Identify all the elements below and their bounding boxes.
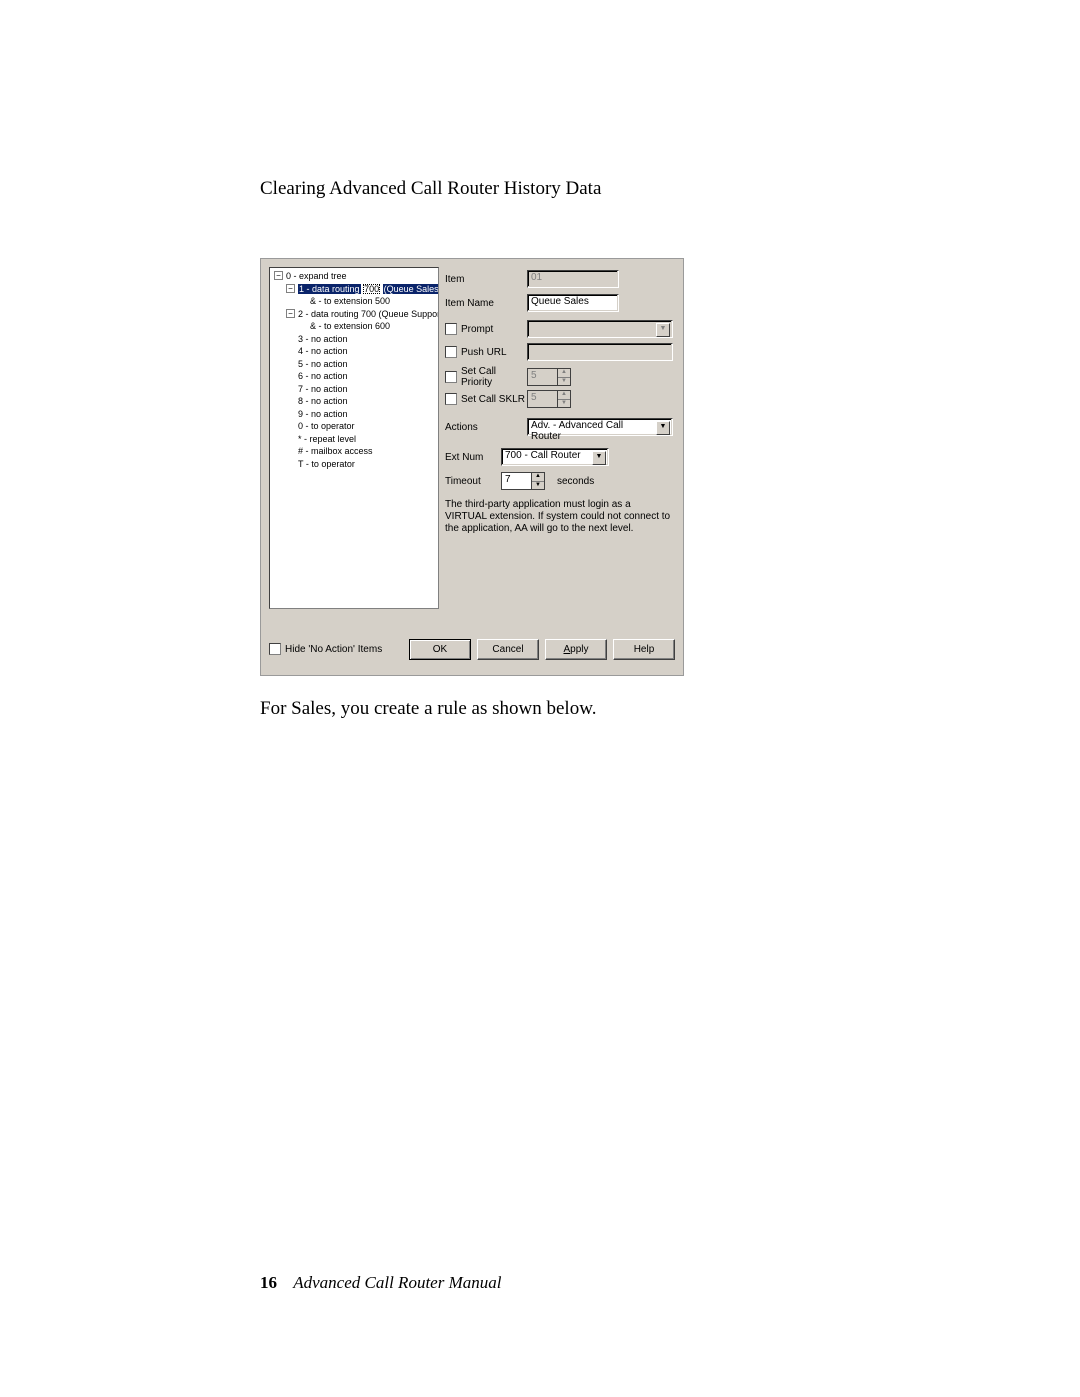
tree-item-7[interactable]: 7 - no action (274, 383, 438, 396)
menu-tree[interactable]: − 0 - expand tree − 1 - data routing 700… (269, 267, 439, 609)
timeout-label: Timeout (445, 476, 501, 487)
chevron-down-icon[interactable]: ▼ (592, 451, 606, 465)
tree-root[interactable]: − 0 - expand tree (274, 270, 438, 283)
page-footer: 16 Advanced Call Router Manual (260, 1273, 501, 1293)
tree-item-1-child[interactable]: & - to extension 500 (274, 295, 438, 308)
set-sklr-label: Set Call SKLR (461, 394, 527, 405)
prompt-dropdown: ▼ (527, 320, 673, 338)
push-url-checkbox[interactable] (445, 346, 457, 358)
spin-down-icon: ▼ (558, 378, 570, 386)
tree-item-star[interactable]: * - repeat level (274, 433, 438, 446)
actions-dropdown[interactable]: Adv. - Advanced Call Router ▼ (527, 418, 673, 436)
tree-label: 5 - no action (298, 358, 348, 371)
spin-down-icon: ▼ (558, 400, 570, 408)
set-priority-spinner: 5 ▲▼ (527, 368, 571, 386)
set-sklr-checkbox[interactable] (445, 393, 457, 405)
spin-up-icon[interactable]: ▲ (532, 473, 544, 482)
cancel-button[interactable]: Cancel (477, 639, 539, 660)
tree-label-selected: (Queue Sales) (383, 284, 439, 294)
tree-label: 0 - expand tree (286, 270, 347, 283)
section-heading: Clearing Advanced Call Router History Da… (260, 178, 820, 200)
item-label: Item (445, 274, 527, 285)
tree-label: 4 - no action (298, 345, 348, 358)
help-button[interactable]: Help (613, 639, 675, 660)
tree-label: 8 - no action (298, 395, 348, 408)
tree-item-8[interactable]: 8 - no action (274, 395, 438, 408)
spin-up-icon: ▲ (558, 369, 570, 378)
tree-item-5[interactable]: 5 - no action (274, 358, 438, 371)
tree-label-focused: 700 (363, 284, 380, 294)
tree-item-3[interactable]: 3 - no action (274, 333, 438, 346)
push-url-field (527, 343, 673, 361)
tree-item-1[interactable]: − 1 - data routing 700 (Queue Sales) (274, 283, 438, 296)
actions-value: Adv. - Advanced Call Router (531, 420, 623, 442)
tree-item-6[interactable]: 6 - no action (274, 370, 438, 383)
dialog-button-bar: Hide 'No Action' Items OK Cancel Apply H… (269, 639, 675, 663)
page-number: 16 (260, 1273, 277, 1292)
chevron-down-icon[interactable]: ▼ (656, 421, 670, 435)
tree-label-selected: 1 - data routing (298, 284, 361, 294)
hide-no-action-label: Hide 'No Action' Items (285, 644, 382, 655)
tree-item-t[interactable]: T - to operator (274, 458, 438, 471)
push-url-label: Push URL (461, 347, 527, 358)
collapse-icon[interactable]: − (286, 309, 295, 318)
tree-item-0[interactable]: 0 - to operator (274, 420, 438, 433)
tree-label: * - repeat level (298, 433, 356, 446)
ext-num-label: Ext Num (445, 452, 501, 463)
tree-label: 0 - to operator (298, 420, 355, 433)
hide-no-action-checkbox[interactable] (269, 643, 281, 655)
tree-item-4[interactable]: 4 - no action (274, 345, 438, 358)
body-text: For Sales, you create a rule as shown be… (260, 698, 820, 720)
timeout-spinner[interactable]: 7 ▲▼ (501, 472, 545, 490)
apply-button[interactable]: Apply (545, 639, 607, 660)
tree-label: 7 - no action (298, 383, 348, 396)
item-name-field[interactable]: Queue Sales (527, 294, 619, 312)
tree-item-hash[interactable]: # - mailbox access (274, 445, 438, 458)
set-priority-value: 5 (527, 368, 557, 386)
tree-label: & - to extension 500 (310, 295, 390, 308)
tree-label: 3 - no action (298, 333, 348, 346)
set-sklr-spinner: 5 ▲▼ (527, 390, 571, 408)
ext-num-value: 700 - Call Router (505, 450, 581, 461)
collapse-icon[interactable]: − (274, 271, 283, 280)
tree-item-9[interactable]: 9 - no action (274, 408, 438, 421)
tree-item-2[interactable]: − 2 - data routing 700 (Queue Support) (274, 308, 438, 321)
set-priority-checkbox[interactable] (445, 371, 457, 383)
tree-label: 2 - data routing 700 (Queue Support) (298, 308, 439, 321)
spin-up-icon: ▲ (558, 391, 570, 400)
timeout-value[interactable]: 7 (501, 472, 531, 490)
spin-down-icon[interactable]: ▼ (532, 482, 544, 490)
item-form: Item 01 Item Name Queue Sales Prompt ▼ P… (445, 267, 675, 625)
chevron-down-icon: ▼ (656, 323, 670, 337)
ext-num-dropdown[interactable]: 700 - Call Router ▼ (501, 448, 609, 466)
actions-label: Actions (445, 422, 527, 433)
collapse-icon[interactable]: − (286, 284, 295, 293)
manual-title: Advanced Call Router Manual (293, 1273, 501, 1292)
timeout-unit: seconds (557, 476, 594, 487)
set-priority-label: Set Call Priority (461, 366, 527, 388)
tree-label: 9 - no action (298, 408, 348, 421)
prompt-label: Prompt (461, 324, 527, 335)
tree-label: 6 - no action (298, 370, 348, 383)
item-field: 01 (527, 270, 619, 288)
form-note: The third-party application must login a… (445, 499, 675, 535)
item-name-label: Item Name (445, 298, 527, 309)
tree-label: # - mailbox access (298, 445, 373, 458)
prompt-checkbox[interactable] (445, 323, 457, 335)
tree-item-2-child[interactable]: & - to extension 600 (274, 320, 438, 333)
set-sklr-value: 5 (527, 390, 557, 408)
tree-label: & - to extension 600 (310, 320, 390, 333)
tree-label: T - to operator (298, 458, 355, 471)
ok-button[interactable]: OK (409, 639, 471, 660)
dialog-screenshot: − 0 - expand tree − 1 - data routing 700… (260, 258, 684, 676)
document-page: Clearing Advanced Call Router History Da… (0, 0, 1080, 1397)
